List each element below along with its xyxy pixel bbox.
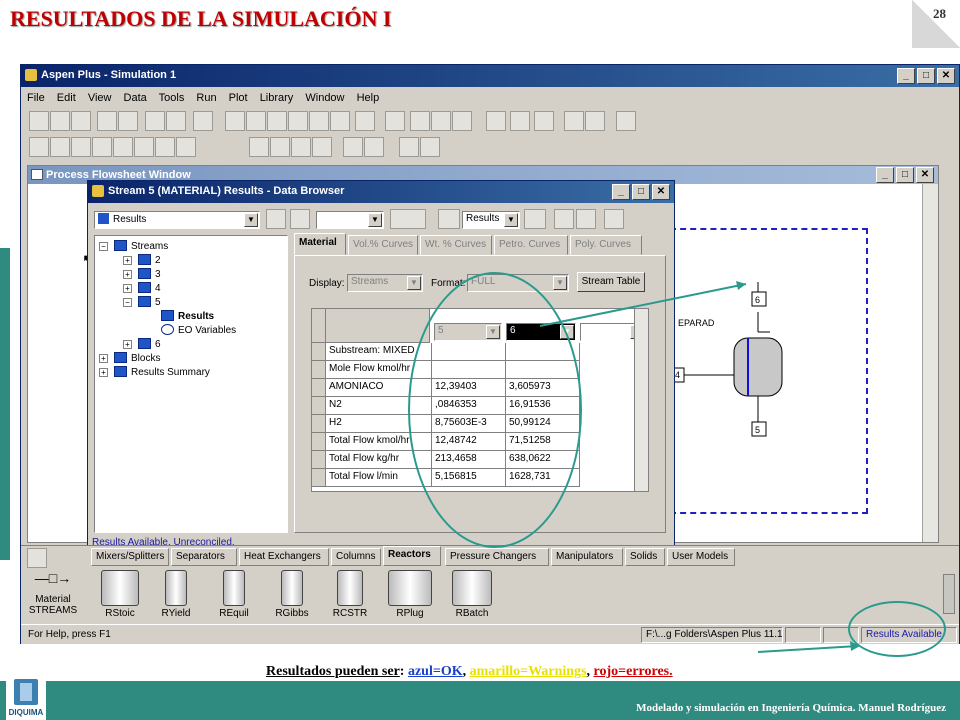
footer-band xyxy=(0,681,960,720)
caption-sep-2: , xyxy=(586,664,594,679)
diquima-logo: DIQUIMA xyxy=(6,676,46,720)
caption-sep-1: , xyxy=(462,664,470,679)
caption-red: rojo=errores. xyxy=(593,664,673,679)
results-caption: Resultados pueden ser: azul=OK, amarillo… xyxy=(266,664,673,680)
footer-text: Modelado y simulación en Ingeniería Quím… xyxy=(636,702,946,714)
logo-text: DIQUIMA xyxy=(8,708,44,717)
caption-blue: azul=OK xyxy=(407,664,463,679)
caption-prefix: Resultados pueden ser xyxy=(266,664,400,679)
logo-mark-icon xyxy=(14,679,38,705)
caption-colon: : xyxy=(399,664,405,679)
annotation-arrows xyxy=(539,281,860,653)
caption-yellow: amarillo=Warnings xyxy=(469,664,587,679)
